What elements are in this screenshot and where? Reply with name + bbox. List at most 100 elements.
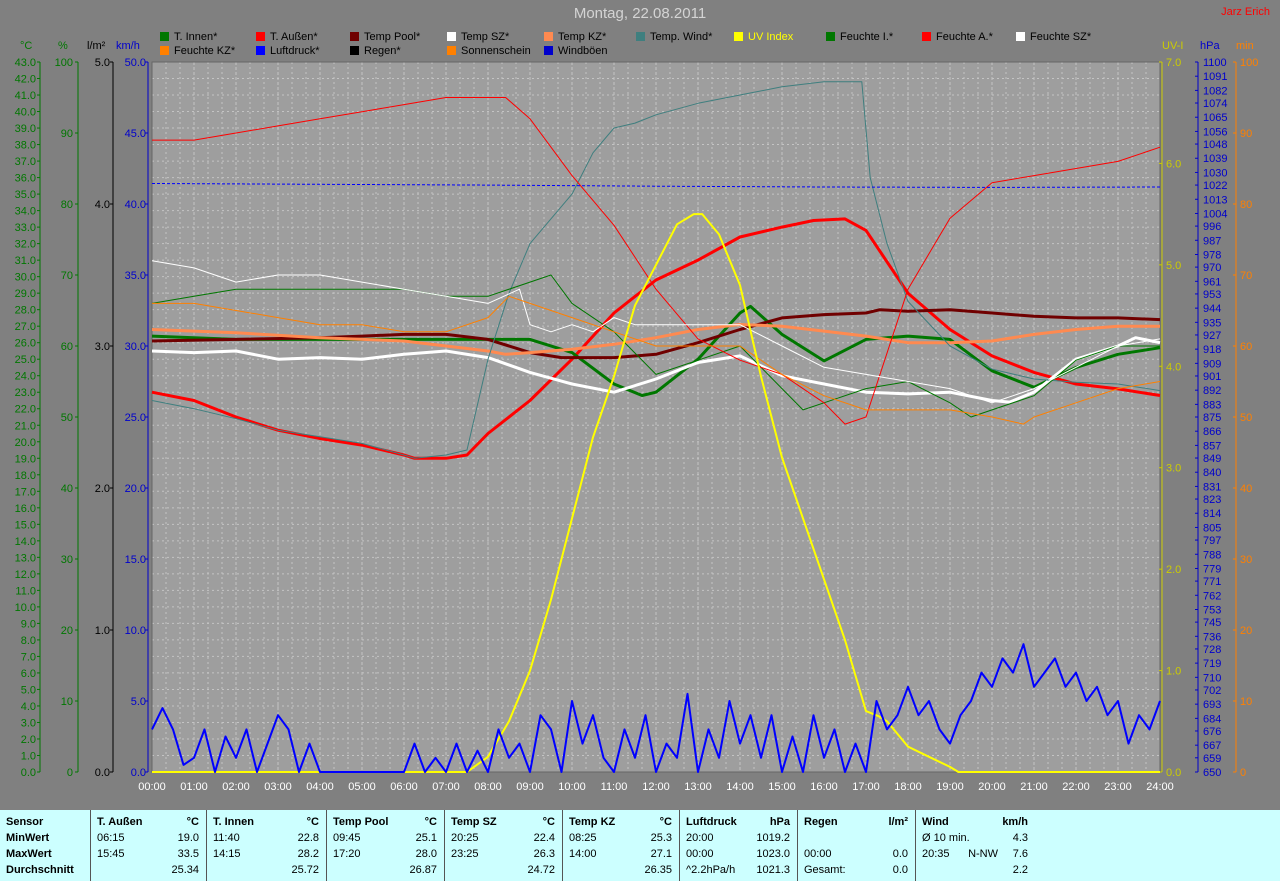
footer-value: 26.3 [533, 848, 555, 860]
footer-unit: l/m² [888, 816, 908, 828]
celsius-axis-tick-label: 41.0 [15, 90, 36, 102]
uv-axis-tick-label: 7.0 [1166, 57, 1181, 69]
footer-value: 25.1 [415, 832, 437, 844]
celsius-axis-tick-label: 15.0 [15, 519, 36, 531]
celsius-axis-tick-label: 12.0 [15, 569, 36, 581]
celsius-axis-tick-label: 6.0 [21, 668, 36, 680]
minutes-axis-tick-label: 50 [1240, 412, 1252, 424]
pressure-axis-tick-label: 736 [1203, 631, 1221, 643]
legend-swatch [350, 32, 359, 41]
celsius-axis-tick-label: 3.0 [21, 717, 36, 729]
footer-unit: °C [659, 816, 672, 828]
time-tick-label: 02:00 [222, 781, 250, 793]
time-tick-label: 14:00 [726, 781, 754, 793]
legend-label: Temp Pool* [364, 31, 421, 43]
legend-swatch [1016, 32, 1025, 41]
footer-value: 2.2 [1012, 864, 1028, 876]
time-tick-label: 10:00 [558, 781, 586, 793]
pressure-axis-tick-label: 702 [1203, 685, 1221, 697]
legend-label: Temp SZ* [461, 31, 510, 43]
celsius-axis-tick-label: 38.0 [15, 140, 36, 152]
footer-header: Luftdruck [686, 816, 737, 828]
pressure-axis-tick-label: 684 [1203, 713, 1221, 725]
footer-time: ^2.2hPa/h [686, 864, 736, 876]
pressure-axis-tick-label: 875 [1203, 412, 1221, 424]
pressure-axis-tick-label: 961 [1203, 276, 1221, 288]
pressure-axis-tick-label: 745 [1203, 617, 1221, 629]
uv-axis-tick-label: 2.0 [1166, 564, 1181, 576]
uv-axis-tick-label: 3.0 [1166, 463, 1181, 475]
rain-axis-tick-label: 1.0 [95, 625, 110, 637]
legend-item: Sonnenschein [447, 45, 531, 57]
time-tick-label: 05:00 [348, 781, 376, 793]
rain-axis-tick-label: 3.0 [95, 341, 110, 353]
celsius-axis-tick-label: 10.0 [15, 602, 36, 614]
pressure-axis-tick-label: 927 [1203, 330, 1221, 342]
pressure-axis-tick-label: 1074 [1203, 98, 1227, 110]
pressure-axis-tick-label: 1082 [1203, 85, 1227, 97]
pressure-axis-tick-label: 805 [1203, 522, 1221, 534]
legend-item: T. Innen* [160, 31, 217, 43]
wind-axis-tick-label: 35.0 [125, 270, 146, 282]
wind-axis-tick-label: 40.0 [125, 199, 146, 211]
footer-value: 25.3 [650, 832, 672, 844]
pressure-axis-tick-label: 1022 [1203, 180, 1227, 192]
minutes-axis: 0 10 20 30 40 50 60 70 80 90 100 [1233, 57, 1258, 779]
pressure-axis-tick-label: 693 [1203, 699, 1221, 711]
celsius-axis-tick-label: 16.0 [15, 503, 36, 515]
celsius-axis-tick-label: 2.0 [21, 734, 36, 746]
footer-column: T. Außen °C 06:15 19.0 15:45 33.5 25.34 [90, 810, 207, 881]
footer-time: 23:25 [451, 848, 479, 860]
minutes-axis-tick-label: 100 [1240, 57, 1258, 69]
legend-swatch [447, 32, 456, 41]
legend-label: Temp KZ* [558, 31, 607, 43]
celsius-axis-tick-label: 5.0 [21, 684, 36, 696]
footer-value: 28.2 [297, 848, 319, 860]
wind-axis: 0.0 5.0 10.0 15.0 20.0 25.0 30.0 35.0 40.0 45.0 50… [125, 57, 149, 779]
pressure-axis-tick-label: 1056 [1203, 126, 1227, 138]
footer-value: 0.0 [892, 848, 908, 860]
celsius-axis-tick-label: 32.0 [15, 239, 36, 251]
pressure-axis-tick-label: 901 [1203, 371, 1221, 383]
celsius-axis-tick-label: 22.0 [15, 404, 36, 416]
chart-title: Montag, 22.08.2011 [573, 5, 707, 22]
minutes-axis-unit: min [1236, 40, 1254, 52]
celsius-axis-tick-label: 4.0 [21, 701, 36, 713]
footer-row-label: MaxWert [6, 848, 52, 860]
percent-axis-tick-label: 90 [61, 128, 73, 140]
footer-value: 7.6 [1012, 848, 1028, 860]
footer-value: 24.72 [527, 864, 555, 876]
footer-column: Luftdruck hPa 20:00 1019.2 00:00 1023.0 ^2.2hP… [679, 810, 798, 881]
pressure-axis-tick-label: 953 [1203, 289, 1221, 301]
footer-value: 19.0 [177, 832, 199, 844]
celsius-axis-tick-label: 26.0 [15, 338, 36, 350]
footer-value: 25.34 [171, 864, 199, 876]
rain-axis-unit: l/m² [87, 40, 106, 52]
wind-axis-tick-label: 25.0 [125, 412, 146, 424]
footer-value: 33.5 [177, 848, 199, 860]
celsius-axis-tick-label: 43.0 [15, 57, 36, 69]
legend-label: Windböen [558, 45, 608, 57]
legend-label: Feuchte I.* [840, 31, 894, 43]
legend-label: Luftdruck* [270, 45, 320, 57]
footer-unit: °C [306, 816, 319, 828]
footer-time: Gesamt: [804, 864, 846, 876]
footer-column: Wind km/h Ø 10 min. 4.3 20:35 N-NW 7.6 2.2 [915, 810, 1036, 881]
celsius-axis-tick-label: 20.0 [15, 437, 36, 449]
pressure-axis-tick-label: 650 [1203, 767, 1221, 779]
celsius-axis: 0.0 1.0 2.0 3.0 4.0 5.0 6.0 7.0 8.0 9.0 10.0 11.0 12… [15, 57, 41, 779]
wind-axis-tick-label: 0.0 [131, 767, 146, 779]
time-tick-label: 00:00 [138, 781, 166, 793]
celsius-axis-tick-label: 39.0 [15, 123, 36, 135]
uv-axis-tick-label: 0.0 [1166, 767, 1181, 779]
time-tick-label: 19:00 [936, 781, 964, 793]
minutes-axis-tick-label: 0 [1240, 767, 1246, 779]
percent-axis-tick-label: 60 [61, 341, 73, 353]
celsius-axis-tick-label: 28.0 [15, 305, 36, 317]
footer-header: T. Innen [213, 816, 254, 828]
footer-time: 20:25 [451, 832, 479, 844]
time-tick-label: 13:00 [684, 781, 712, 793]
footer-header: Wind [922, 816, 949, 828]
time-tick-label: 18:00 [894, 781, 922, 793]
footer-time: 14:15 [213, 848, 241, 860]
